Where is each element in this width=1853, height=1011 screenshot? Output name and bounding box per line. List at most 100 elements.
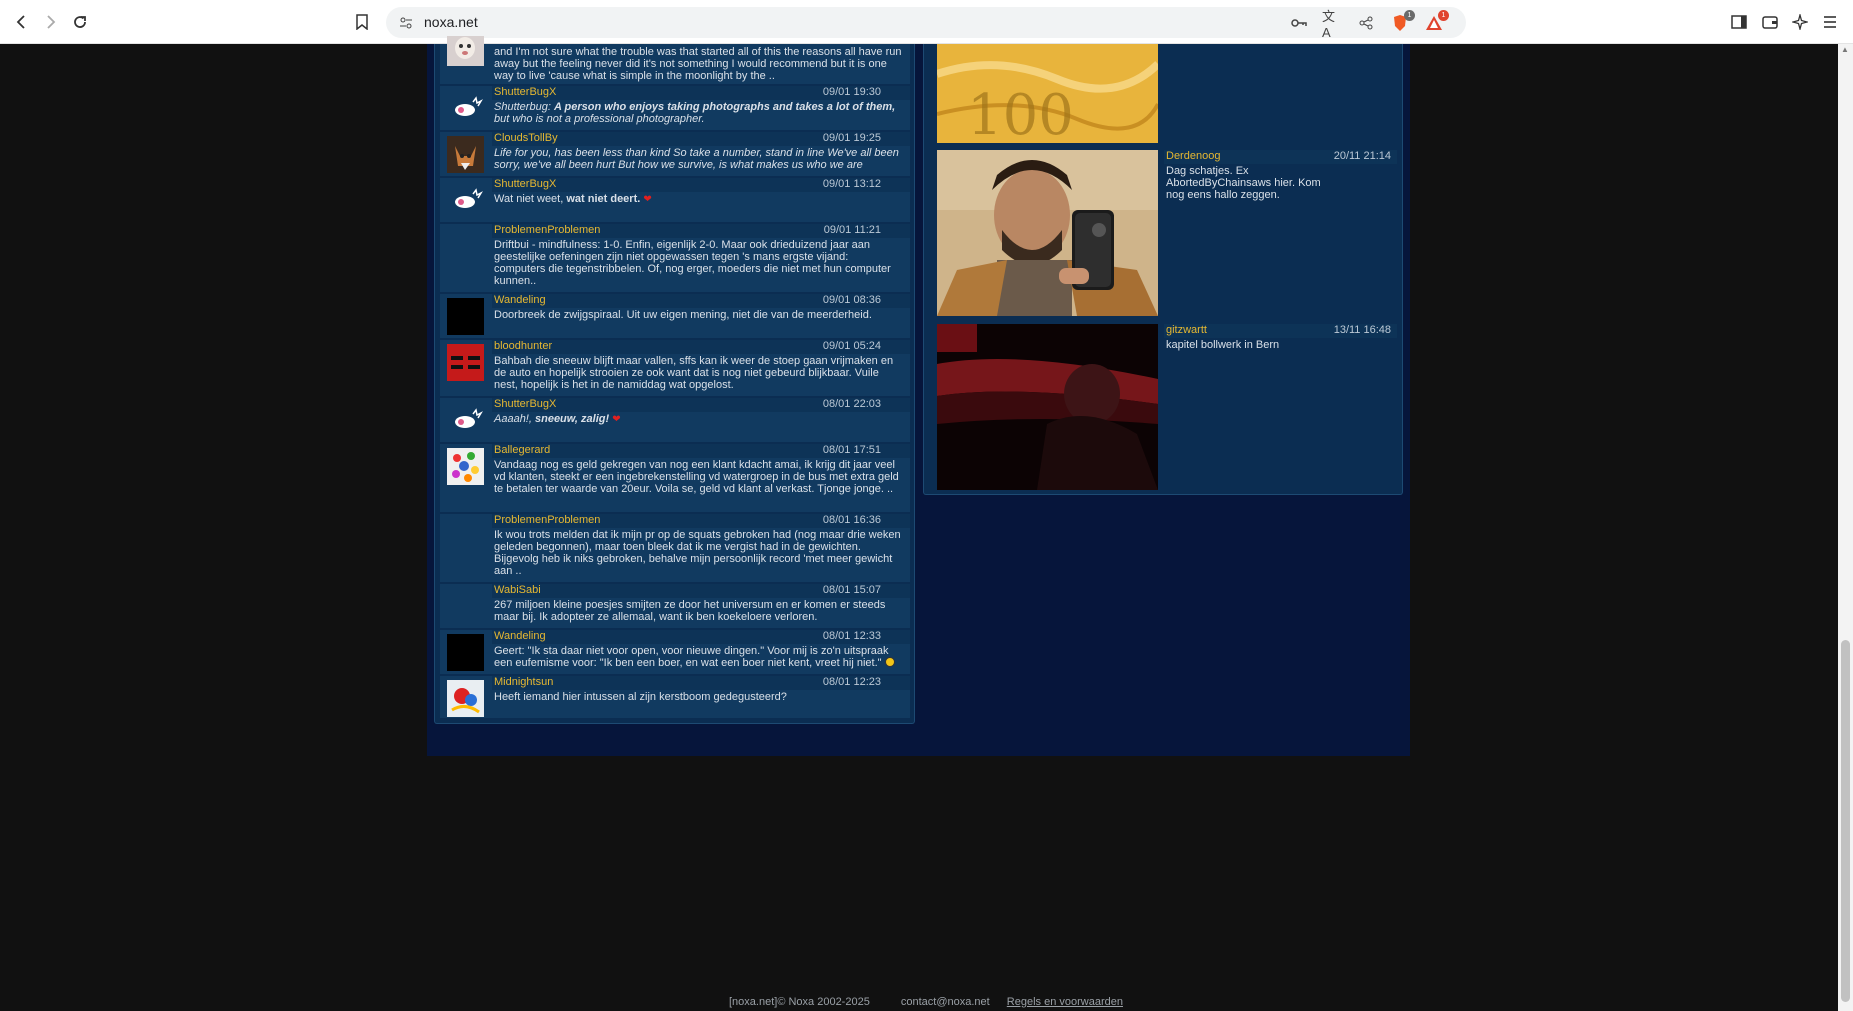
scrollbar-thumb[interactable] xyxy=(1841,640,1850,1002)
post-message: Vandaag nog es geld gekregen van nog een… xyxy=(494,459,899,495)
post-username[interactable]: ProblemenProblemen xyxy=(494,224,600,236)
avatar[interactable] xyxy=(447,634,484,671)
list-item: ShutterBugX 08/01 22:03 Aaaah!, sneeuw, … xyxy=(440,398,910,442)
post-header: Wandeling 08/01 12:33 xyxy=(492,630,910,644)
post-message: Heeft iemand hier intussen al zijn kerst… xyxy=(494,691,787,703)
avatar[interactable] xyxy=(447,36,484,66)
post-time: 08/01 16:36 xyxy=(822,514,881,526)
post-time: 09/01 11:21 xyxy=(823,224,881,236)
footer-terms-link[interactable]: Regels en voorwaarden xyxy=(1007,996,1123,1008)
post-username[interactable]: WabiSabi xyxy=(494,584,541,596)
post-message: Shutterbug: A person who enjoys taking p… xyxy=(494,101,902,125)
avatar[interactable] xyxy=(447,298,484,335)
post-header: ShutterBugX 09/01 13:12 xyxy=(492,178,910,192)
list-item: ProblemenProblemen 08/01 16:36 Ik wou tr… xyxy=(440,514,910,582)
post-text: Wat niet weet, xyxy=(494,193,567,205)
photo-thumbnail[interactable] xyxy=(937,150,1158,316)
post-username[interactable]: Wandeling xyxy=(494,630,546,642)
photo-thumbnail[interactable]: 100 xyxy=(937,44,1158,143)
bookmark-icon[interactable] xyxy=(350,10,374,34)
post-time: 09/01 19:25 xyxy=(822,132,881,144)
rewards-badge: 1 xyxy=(1438,10,1449,21)
avatar[interactable] xyxy=(447,182,484,219)
heart-icon: ❤ xyxy=(643,194,652,205)
share-icon[interactable] xyxy=(1356,13,1376,33)
post-header: bloodhunter 09/01 05:24 xyxy=(492,340,910,354)
post-message: Doorbreek de zwijgspiraal. Uit uw eigen … xyxy=(494,309,872,321)
brave-rewards-icon[interactable]: 1 xyxy=(1424,10,1449,33)
post-message: kapitel bollwerk in Bern xyxy=(1166,339,1280,351)
post-text-bold: sneeuw, zalig! xyxy=(534,413,610,425)
avatar[interactable] xyxy=(447,136,484,173)
forward-icon[interactable] xyxy=(38,10,62,34)
post-header: gitzwartt 13/11 16:48 xyxy=(1164,324,1397,338)
post-message: Life for you, has been less than kind So… xyxy=(494,147,902,171)
post-username[interactable]: bloodhunter xyxy=(494,340,552,352)
brave-shields-icon[interactable]: 1 xyxy=(1390,10,1415,33)
post-time: 09/01 19:30 xyxy=(822,86,881,98)
list-item: WabiSabi 08/01 15:07 267 miljoen kleine … xyxy=(440,584,910,628)
post-message: Wat niet weet, wat niet deert. ❤ xyxy=(494,193,902,206)
post-username[interactable]: ShutterBugX xyxy=(494,86,556,98)
post-header: ShutterBugX 09/01 19:30 xyxy=(492,86,910,100)
post-username[interactable]: ShutterBugX xyxy=(494,178,556,190)
post-message: Dag schatjes. Ex AbortedByChainsaws hier… xyxy=(1166,165,1321,201)
post-username[interactable]: gitzwartt xyxy=(1166,324,1207,336)
post-time: 08/01 17:51 xyxy=(822,444,881,456)
reload-icon[interactable] xyxy=(68,10,92,34)
footer-copyright: [noxa.net]© Noxa 2002-2025 xyxy=(729,996,870,1008)
photo-post: Derdenoog 20/11 21:14 Dag schatjes. Ex A… xyxy=(937,150,1397,318)
post-username[interactable]: ProblemenProblemen xyxy=(494,514,600,526)
post-header: ProblemenProblemen 09/01 11:21 xyxy=(492,224,910,238)
post-header: Wandeling 09/01 08:36 xyxy=(492,294,910,308)
back-icon[interactable] xyxy=(10,10,34,34)
site-settings-icon[interactable] xyxy=(396,13,416,33)
list-item: Wandeling 08/01 12:33 Geert: "Ik sta daa… xyxy=(440,630,910,674)
footer: [noxa.net]© Noxa 2002-2025 contact@noxa.… xyxy=(0,996,1838,1008)
avatar[interactable] xyxy=(447,344,484,381)
post-header: Derdenoog 20/11 21:14 xyxy=(1164,150,1397,164)
post-username[interactable]: CloudsTollBy xyxy=(494,132,558,144)
post-time: 08/01 12:23 xyxy=(822,676,881,688)
post-text: Life for you, has been less than kind So… xyxy=(494,147,899,171)
list-item: Ballegerard 08/01 17:51 Vandaag nog es g… xyxy=(440,444,910,512)
footer-contact[interactable]: contact@noxa.net xyxy=(901,996,990,1008)
list-item: bloodhunter 09/01 05:24 Bahbah die sneeu… xyxy=(440,340,910,396)
post-time: 13/11 16:48 xyxy=(1333,324,1391,336)
sidebar-toggle-icon[interactable] xyxy=(1728,11,1750,33)
list-item: and I'm not sure what the trouble was th… xyxy=(440,36,910,84)
scroll-up-icon[interactable]: ▲ xyxy=(1841,45,1849,54)
post-username[interactable]: Midnightsun xyxy=(494,676,553,688)
post-time: 08/01 12:33 xyxy=(822,630,881,642)
list-item: ProblemenProblemen 09/01 11:21 Driftbui … xyxy=(440,224,910,292)
avatar[interactable] xyxy=(447,90,484,127)
post-header: CloudsTollBy 09/01 19:25 xyxy=(492,132,910,146)
post-username[interactable]: Ballegerard xyxy=(494,444,550,456)
post-username[interactable]: Wandeling xyxy=(494,294,546,306)
post-time: 09/01 13:12 xyxy=(822,178,881,190)
avatar[interactable] xyxy=(447,402,484,439)
post-header: Midnightsun 08/01 12:23 xyxy=(492,676,910,690)
heart-icon: ❤ xyxy=(612,414,621,425)
post-time: 08/01 15:07 xyxy=(822,584,881,596)
translate-icon[interactable]: 文A xyxy=(1322,9,1342,40)
password-key-icon[interactable] xyxy=(1289,13,1309,33)
post-username[interactable]: Derdenoog xyxy=(1166,150,1220,162)
post-text-bold: A person who enjoys taking photographs a… xyxy=(553,101,896,113)
avatar[interactable] xyxy=(447,448,484,485)
photo-thumbnail[interactable] xyxy=(937,324,1158,490)
post-text: but who is not a professional photograph… xyxy=(494,113,705,125)
wallet-icon[interactable] xyxy=(1759,11,1781,33)
post-message: Geert: "Ik sta daar niet voor open, voor… xyxy=(494,645,902,669)
address-bar[interactable]: noxa.net 文A 1 1 xyxy=(386,7,1466,40)
post-text: Geert: "Ik sta daar niet voor open, voor… xyxy=(494,645,889,669)
post-message: 267 miljoen kleine poesjes smijten ze do… xyxy=(494,599,886,623)
post-time: 09/01 05:24 xyxy=(822,340,881,352)
leo-ai-icon[interactable] xyxy=(1789,11,1811,33)
avatar[interactable] xyxy=(447,680,484,717)
post-header: ProblemenProblemen 08/01 16:36 xyxy=(492,514,910,528)
menu-icon[interactable] xyxy=(1819,11,1841,33)
post-username[interactable]: ShutterBugX xyxy=(494,398,556,410)
post-time: 09/01 08:36 xyxy=(822,294,881,306)
url-text[interactable]: noxa.net xyxy=(424,14,478,30)
